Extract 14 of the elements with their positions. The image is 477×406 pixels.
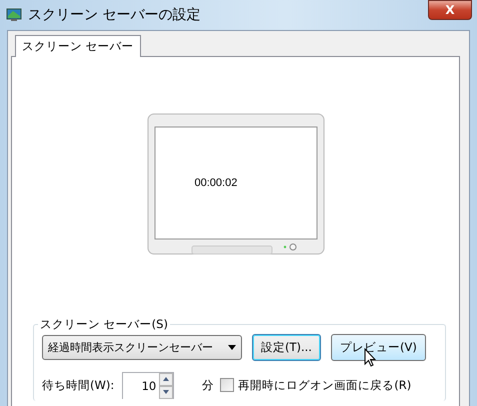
wait-spinner[interactable]: 10 — [122, 372, 174, 398]
checkbox-label: 再開時にログオン画面に戻る(R) — [238, 378, 412, 392]
caret-icon — [228, 345, 236, 350]
screensaver-dropdown[interactable]: 経過時間表示スクリーンセーバー — [42, 335, 242, 360]
display-icon — [6, 8, 22, 22]
window-title: スクリーン セーバーの設定 — [28, 6, 202, 24]
settings-button[interactable]: 設定(T)... — [252, 334, 321, 361]
clock-text: 00:00:02 — [194, 177, 238, 189]
unit-label: 分 — [202, 378, 214, 392]
group-label: スクリーン セーバー(S) — [39, 317, 169, 332]
logon-checkbox[interactable] — [220, 378, 234, 392]
wait-label: 待ち時間(W): — [42, 378, 114, 392]
tab[interactable]: スクリーン セーバー — [15, 35, 141, 57]
close-button[interactable]: X — [428, 0, 472, 20]
